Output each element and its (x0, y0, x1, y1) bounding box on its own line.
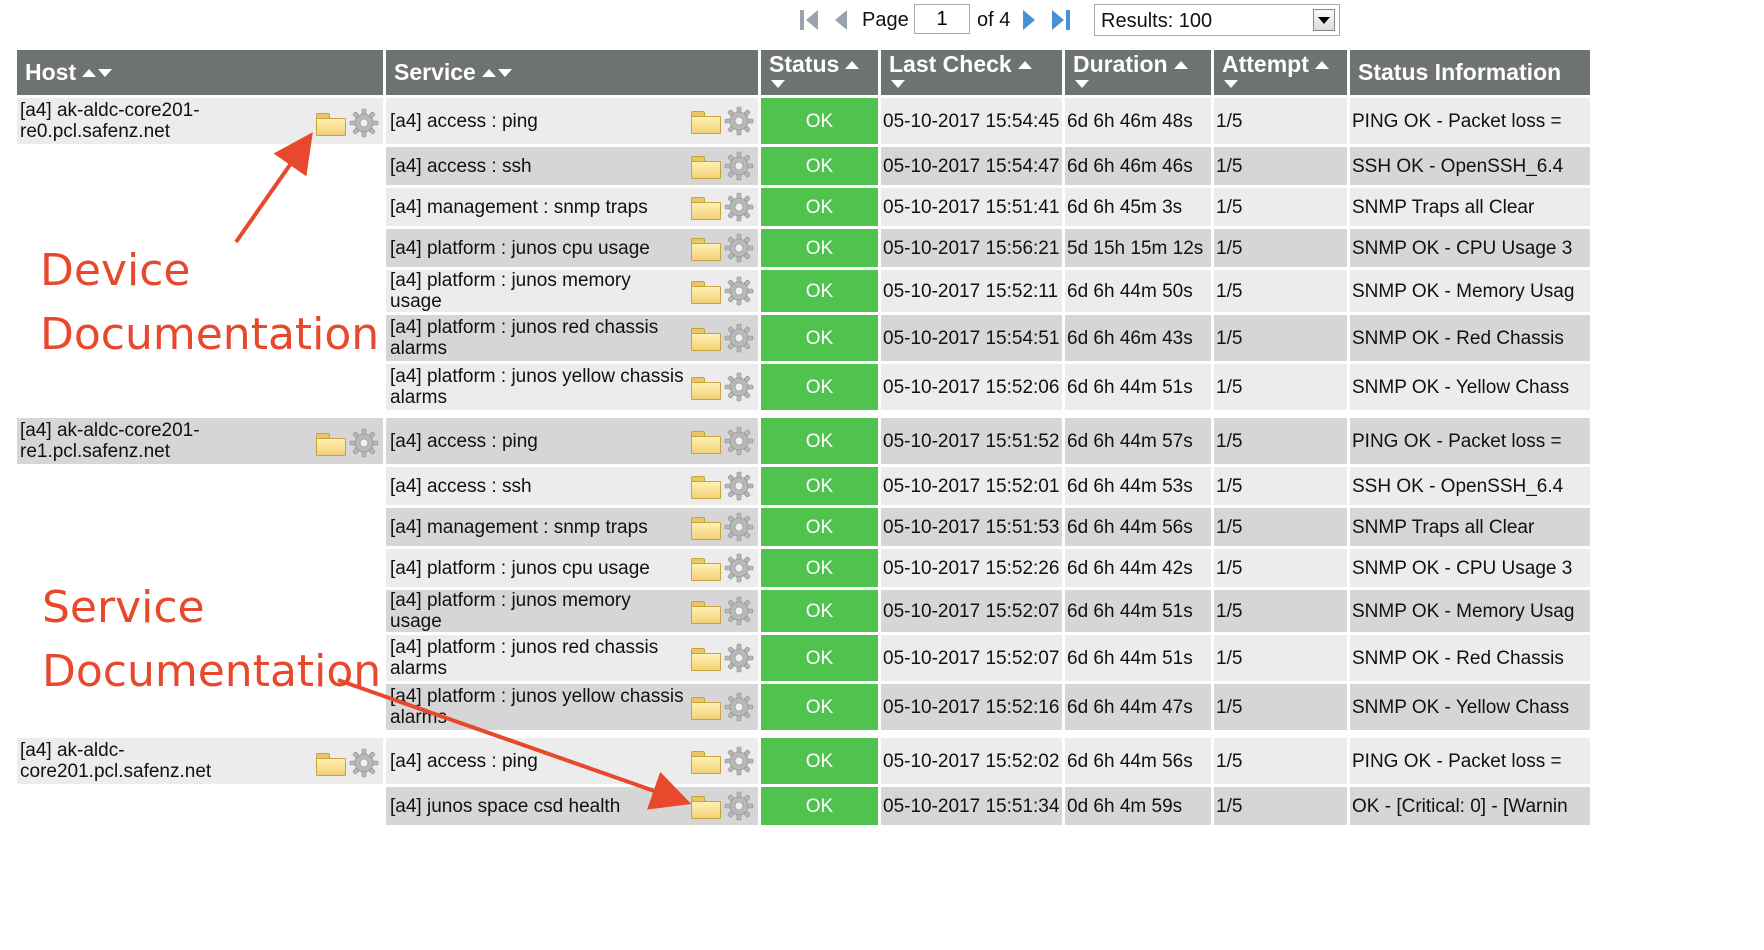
service-arrow (337, 678, 692, 810)
annotation-arrows (234, 132, 692, 810)
device-arrow (234, 132, 313, 244)
